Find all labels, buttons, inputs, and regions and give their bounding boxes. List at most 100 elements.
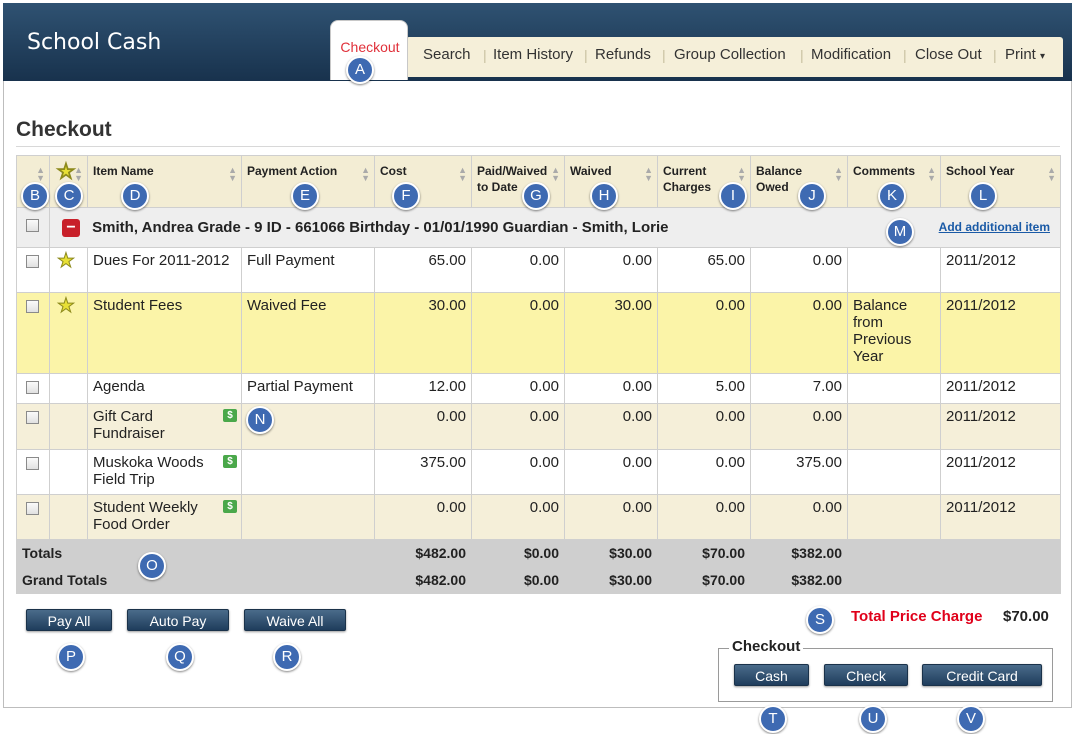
payment-action[interactable]: Waived Fee [241, 292, 375, 374]
total-waived: $30.00 [564, 539, 658, 567]
star-icon: ★ [57, 161, 76, 183]
row-checkbox[interactable] [26, 411, 39, 424]
nav-separator: | [584, 47, 588, 63]
row-checkbox-cell [16, 403, 50, 450]
row-checkbox[interactable] [26, 457, 39, 470]
row-checkbox[interactable] [26, 300, 39, 313]
sort-icon[interactable]: ▲ ▼ [644, 166, 653, 183]
favorite-cell [49, 494, 88, 540]
sort-icon[interactable]: ▲ ▼ [228, 166, 237, 183]
sort-icon[interactable]: ▲ ▼ [1047, 166, 1056, 183]
divider [16, 146, 1060, 147]
tab-item-history[interactable]: Item History [493, 46, 573, 63]
tab-group-collection[interactable]: Group Collection [674, 46, 786, 63]
row-checkbox-cell [16, 373, 50, 404]
header-label: Charges [663, 180, 712, 194]
nav-separator: | [993, 47, 997, 63]
table-row: ★ Dues For 2011-2012 Full Payment 65.00 … [16, 247, 1061, 293]
sort-icon[interactable]: ▲ ▼ [36, 166, 45, 183]
student-checkbox-cell [16, 207, 50, 248]
comments [847, 403, 941, 450]
page-title: Checkout [16, 118, 112, 141]
auto-pay-button[interactable]: Auto Pay [127, 609, 229, 631]
dollar-icon[interactable]: $ [223, 455, 237, 468]
tab-close-out[interactable]: Close Out [915, 46, 982, 63]
header-label: School Year [946, 164, 1015, 178]
nav-separator: | [662, 47, 666, 63]
school-year: 2011/2012 [940, 373, 1061, 404]
tab-modification[interactable]: Modification [811, 46, 891, 63]
sort-icon[interactable]: ▲ ▼ [74, 166, 83, 183]
sort-icon[interactable]: ▲ ▼ [551, 166, 560, 183]
payment-action[interactable] [241, 494, 375, 540]
sort-icon[interactable]: ▲ ▼ [927, 166, 936, 183]
callout-marker: R [273, 643, 301, 671]
row-checkbox[interactable] [26, 502, 39, 515]
header-label: to Date [477, 180, 518, 194]
pay-all-button[interactable]: Pay All [26, 609, 112, 631]
star-icon[interactable]: ★ [57, 295, 76, 317]
header-cost[interactable]: Cost ▲ ▼ [374, 155, 472, 208]
dollar-icon[interactable]: $ [223, 409, 237, 422]
callout-marker: N [246, 406, 274, 434]
callout-marker: I [719, 182, 747, 210]
header-label: Waived [570, 164, 612, 178]
header-school-year[interactable]: School Year ▲ ▼ [940, 155, 1061, 208]
payment-action[interactable]: Full Payment [241, 247, 375, 293]
waived: 0.00 [564, 403, 658, 450]
payment-action[interactable]: Partial Payment [241, 373, 375, 404]
header-paid-waived[interactable]: Paid/Waived to Date ▲ ▼ [471, 155, 565, 208]
item-name: Dues For 2011-2012 [87, 247, 242, 293]
add-additional-item-link[interactable]: Add additional item [939, 220, 1050, 234]
cash-button[interactable]: Cash [734, 664, 809, 686]
callout-marker: T [759, 705, 787, 733]
grand-total-balance: $382.00 [750, 566, 848, 594]
row-checkbox-cell [16, 494, 50, 540]
student-checkbox[interactable] [26, 219, 39, 232]
waive-all-button[interactable]: Waive All [244, 609, 346, 631]
sort-icon[interactable]: ▲ ▼ [361, 166, 370, 183]
grand-total-paid: $0.00 [471, 566, 565, 594]
grand-totals-empty [847, 566, 1061, 594]
header-label: Balance [756, 164, 803, 178]
favorite-cell [49, 373, 88, 404]
grand-total-cost: $482.00 [374, 566, 472, 594]
sort-icon[interactable]: ▲ ▼ [737, 166, 746, 183]
cost: 375.00 [374, 449, 472, 495]
balance-owed: 7.00 [750, 373, 848, 404]
total-price-value: $70.00 [1003, 608, 1049, 625]
tab-search[interactable]: Search [423, 46, 471, 63]
paid-to-date: 0.00 [471, 292, 565, 374]
cost: 65.00 [374, 247, 472, 293]
sort-icon[interactable]: ▲ ▼ [834, 166, 843, 183]
cost: 0.00 [374, 403, 472, 450]
item-name-cell: Student Weekly Food Order $ [87, 494, 242, 540]
item-name: Muskoka Woods Field Trip [93, 454, 204, 488]
total-price-label: Total Price Charge [851, 608, 983, 625]
waived: 0.00 [564, 494, 658, 540]
check-button[interactable]: Check [824, 664, 908, 686]
totals-row: Totals $482.00 $0.00 $30.00 $70.00 $382.… [16, 539, 1061, 567]
row-checkbox[interactable] [26, 381, 39, 394]
balance-owed: 0.00 [750, 247, 848, 293]
callout-marker: E [291, 182, 319, 210]
sort-icon[interactable]: ▲ ▼ [458, 166, 467, 183]
minus-icon[interactable]: − [62, 218, 80, 237]
total-paid: $0.00 [471, 539, 565, 567]
tab-refunds[interactable]: Refunds [595, 46, 651, 63]
credit-card-button[interactable]: Credit Card [922, 664, 1042, 686]
star-icon[interactable]: ★ [57, 250, 76, 272]
school-year: 2011/2012 [940, 403, 1061, 450]
dollar-icon[interactable]: $ [223, 500, 237, 513]
comments [847, 494, 941, 540]
total-balance: $382.00 [750, 539, 848, 567]
tab-print[interactable]: Print ▾ [1005, 46, 1045, 63]
school-year: 2011/2012 [940, 494, 1061, 540]
header-item-name[interactable]: Item Name ▲ ▼ [87, 155, 242, 208]
item-name: Gift Card Fundraiser [93, 408, 165, 442]
callout-marker: C [55, 182, 83, 210]
row-checkbox[interactable] [26, 255, 39, 268]
item-name: Agenda [87, 373, 242, 404]
table-row: Student Weekly Food Order $ 0.00 0.00 0.0… [16, 494, 1061, 540]
payment-action[interactable] [241, 449, 375, 495]
